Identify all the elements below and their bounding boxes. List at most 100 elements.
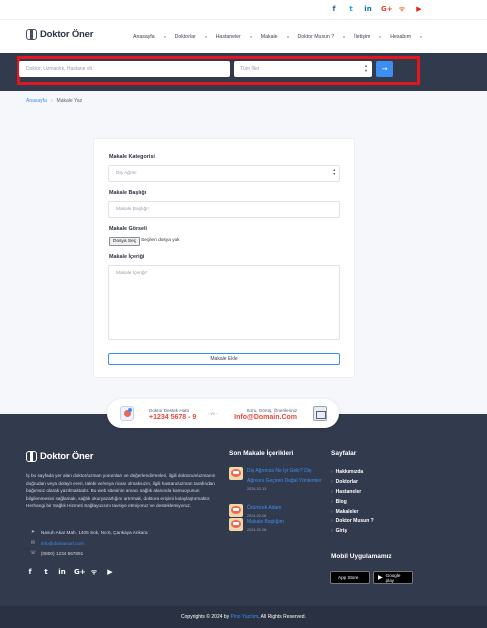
facebook-icon[interactable]: f (330, 5, 338, 14)
linkedin-icon[interactable]: in (364, 5, 372, 14)
page-link-blog[interactable]: › Blog (331, 497, 374, 507)
nav-separator (286, 36, 289, 38)
footer-social-links: f t in G+ ᯤ ▶ (26, 568, 114, 577)
page-link-giris[interactable]: › Giriş (331, 526, 374, 536)
category-select-value: Diş Ağrısı (116, 171, 137, 176)
nav-makale[interactable]: Makale (261, 34, 278, 40)
chevron-right-icon: › (331, 528, 333, 535)
submit-article-button[interactable]: Makale Ekle (108, 353, 340, 365)
rss-icon[interactable]: ᯤ (398, 5, 406, 14)
nav-doktorlar[interactable]: Doktorlar (175, 34, 196, 40)
doctor-support-icon (120, 406, 134, 421)
youtube-icon[interactable]: ▶ (415, 5, 423, 14)
logo-icon (26, 451, 37, 462)
top-bar: f t in G+ ᯤ ▶ (0, 0, 487, 20)
post-title[interactable]: Makale Başlığım (247, 518, 329, 528)
recent-post[interactable]: Makale Başlığım 2024-02-08 (229, 518, 329, 532)
nav-separator (343, 36, 346, 38)
nav-separator (379, 36, 382, 38)
copyright-link[interactable]: Pino Yazılım (231, 614, 259, 620)
recent-post[interactable]: Diş Ağrınıza Ne İyi Gelir? Diş Ağrısını … (229, 467, 329, 491)
search-button[interactable]: → (376, 61, 393, 77)
copyright-bar: Copyrights © 2024 by Pino Yazılım. All R… (0, 606, 487, 628)
file-choose-button[interactable]: Dosya Seç (109, 237, 141, 246)
footer-phone: ☏ (0800) 1234 567891 (30, 550, 83, 556)
content-label: Makale İçeriği (109, 254, 145, 260)
copyright-suffix: . All Rights Reserved. (258, 614, 306, 620)
content-textarea[interactable]: Makale İçeriği* (108, 265, 340, 340)
article-form-card: Makale Kategorisi Diş Ağrısı ▲ ▼ Makale B… (93, 138, 355, 378)
post-title[interactable]: Diş Ağrınıza Ne İyi Gelir? Diş Ağrısını … (247, 467, 329, 487)
page-link-doktorlar[interactable]: › Doktorlar (331, 477, 374, 487)
arrow-right-icon: → (381, 65, 388, 73)
search-band: Doktor, Uzmanlık, Hastane vb Tüm İller ▲… (0, 53, 487, 91)
city-select-value: Tüm İller (240, 66, 260, 72)
linkedin-icon[interactable]: in (58, 568, 66, 577)
footer-phone-text: (0800) 1234 567891 (41, 550, 84, 556)
nav-separator (249, 36, 252, 38)
page-link-label: Makaleler (335, 508, 359, 515)
footer-logo[interactable]: Doktor Öner (26, 451, 93, 462)
file-status: Seçilen dosya yok (141, 238, 180, 243)
google-plus-icon[interactable]: G+ (381, 5, 393, 14)
recent-post[interactable]: Örümcek Adam 2024-02-08 (229, 504, 329, 518)
category-select[interactable]: Diş Ağrısı ▲ ▼ (108, 165, 340, 182)
page-link-makaleler[interactable]: › Makaleler (331, 507, 374, 517)
search-input[interactable]: Doktor, Uzmanlık, Hastane vb (19, 61, 230, 77)
hotline-number[interactable]: +1234 5678 - 9 (149, 414, 196, 421)
post-thumbnail (229, 467, 243, 480)
page-link-label: Hakkımızda (335, 468, 364, 475)
google-plus-icon[interactable]: G+ (74, 568, 86, 577)
nav-separator (420, 36, 423, 38)
nav-anasayfa[interactable]: Anasayfa (133, 34, 155, 40)
twitter-icon[interactable]: t (347, 5, 355, 14)
chevron-right-icon: › (50, 98, 53, 104)
footer-pages-list: › Hakkımızda › Doktorlar › Hastaneler › Blog… (331, 467, 374, 536)
nav-doktor-musun[interactable]: Doktor Musun ? (298, 34, 335, 40)
post-thumbnail (229, 504, 243, 517)
image-label: Makale Görseli (109, 226, 148, 232)
page-link-label: Doktorlar (335, 478, 358, 485)
mobile-app-heading: Mobil Uygulamamız (331, 553, 392, 560)
nav-separator (204, 36, 207, 38)
contact-or: - ve - (208, 411, 218, 416)
envelope-icon: ✉ (30, 540, 36, 546)
google-play-badge[interactable]: ▶ Google play (373, 571, 413, 584)
top-social-links: f t in G+ ᯤ ▶ (330, 5, 423, 14)
app-store-label: App Store (338, 575, 359, 580)
contact-email[interactable]: Info@Domain.Com (234, 414, 297, 421)
play-store-icon: ▶ (378, 574, 383, 581)
chevron-right-icon: › (331, 518, 333, 525)
page-link-hakkimizda[interactable]: › Hakkımızda (331, 467, 374, 477)
youtube-icon[interactable]: ▶ (106, 568, 114, 577)
rss-icon[interactable]: ᯤ (90, 568, 98, 577)
site-logo[interactable]: Doktor Öner (26, 29, 93, 40)
recent-posts-heading: Son Makale İçerikleri (229, 450, 294, 457)
footer-address-text: Nasuh Akar Mah. 1405 Sok, No:6, Çankaya … (41, 529, 148, 535)
nav-hesabim[interactable]: Hesabım (390, 34, 411, 40)
facebook-icon[interactable]: f (26, 568, 34, 577)
footer-description: İş bu sayfada yer alan doktor/uzman yoru… (26, 473, 216, 508)
chevron-right-icon: › (331, 468, 333, 475)
phone-icon: ☏ (30, 550, 37, 556)
nav-hastaneler[interactable]: Hastaneler (216, 34, 241, 40)
city-select[interactable]: Tüm İller ▲ ▼ (234, 61, 372, 77)
nav-iletisim[interactable]: İletişim (354, 34, 370, 40)
footer-email-link[interactable]: info@domainurl.com (41, 541, 84, 546)
category-label: Makale Kategorisi (109, 154, 155, 160)
page-link-label: Blog (335, 498, 347, 505)
chevron-right-icon: › (331, 508, 333, 515)
post-date: 2024-02-08 (247, 527, 267, 532)
breadcrumb-current: Makale Yaz (56, 98, 83, 104)
twitter-icon[interactable]: t (42, 568, 50, 577)
app-store-badge[interactable]: App Store (330, 571, 370, 584)
main-nav: Anasayfa Doktorlar Hastaneler Makale Dok… (133, 34, 431, 40)
breadcrumb-home[interactable]: Anasayfa (26, 98, 47, 104)
breadcrumb: Anasayfa › Makale Yaz (26, 98, 82, 104)
post-title[interactable]: Örümcek Adam (247, 504, 329, 514)
chevron-right-icon: › (331, 478, 333, 485)
page-link-hastaneler[interactable]: › Hastaneler (331, 487, 374, 497)
title-input[interactable]: Makale Başlığı* (108, 201, 340, 218)
page-link-doktor-musun[interactable]: › Doktor Musun ? (331, 516, 374, 526)
google-play-label: Google play (385, 572, 401, 583)
